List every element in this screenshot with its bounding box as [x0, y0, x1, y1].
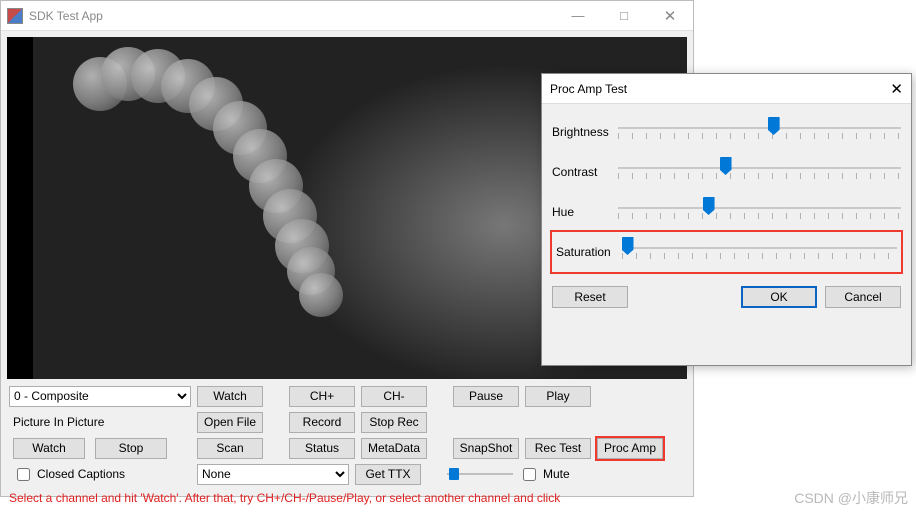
dialog-title: Proc Amp Test: [550, 82, 627, 96]
hue-slider[interactable]: [618, 197, 901, 227]
closed-captions-label: Closed Captions: [37, 467, 125, 481]
window-buttons: — □ ✕: [555, 1, 693, 30]
hue-label: Hue: [552, 205, 618, 219]
watermark: CSDN @小康师兄: [794, 488, 908, 508]
control-panel: 0 - Composite Watch CH+ CH- Pause Play P…: [1, 379, 693, 489]
proc-amp-button[interactable]: Proc Amp: [597, 438, 663, 459]
dialog-titlebar: Proc Amp Test ✕: [542, 74, 911, 104]
closed-captions-input[interactable]: [17, 468, 30, 481]
hue-row: Hue: [552, 192, 901, 232]
scan-button[interactable]: Scan: [197, 438, 263, 459]
caption-select[interactable]: None: [197, 464, 349, 485]
maximize-button[interactable]: □: [601, 1, 647, 30]
stop-rec-button[interactable]: Stop Rec: [361, 412, 427, 433]
contrast-slider[interactable]: [618, 157, 901, 187]
mute-input[interactable]: [523, 468, 536, 481]
saturation-label: Saturation: [556, 245, 622, 259]
dialog-buttons: Reset OK Cancel: [542, 278, 911, 308]
pip-watch-button[interactable]: Watch: [13, 438, 85, 459]
mute-checkbox[interactable]: Mute: [519, 465, 570, 484]
minimize-button[interactable]: —: [555, 1, 601, 30]
close-button[interactable]: ✕: [647, 1, 693, 30]
cancel-button[interactable]: Cancel: [825, 286, 901, 308]
contrast-row: Contrast: [552, 152, 901, 192]
saturation-row: Saturation: [552, 232, 901, 272]
app-icon: [7, 8, 23, 24]
source-select[interactable]: 0 - Composite: [9, 386, 191, 407]
record-button[interactable]: Record: [289, 412, 355, 433]
get-ttx-button[interactable]: Get TTX: [355, 464, 421, 485]
contrast-label: Contrast: [552, 165, 618, 179]
video-content: [73, 47, 493, 307]
metadata-button[interactable]: MetaData: [361, 438, 427, 459]
brightness-row: Brightness: [552, 112, 901, 152]
mute-label: Mute: [543, 467, 570, 481]
ok-button[interactable]: OK: [741, 286, 817, 308]
ch-plus-button[interactable]: CH+: [289, 386, 355, 407]
status-button[interactable]: Status: [289, 438, 355, 459]
proc-amp-dialog: Proc Amp Test ✕ Brightness Contrast Hue: [541, 73, 912, 366]
dialog-body: Brightness Contrast Hue Saturation: [542, 104, 911, 278]
pause-button[interactable]: Pause: [453, 386, 519, 407]
reset-button[interactable]: Reset: [552, 286, 628, 308]
open-file-button[interactable]: Open File: [197, 412, 263, 433]
closed-captions-checkbox[interactable]: Closed Captions: [9, 465, 191, 484]
ch-minus-button[interactable]: CH-: [361, 386, 427, 407]
play-button[interactable]: Play: [525, 386, 591, 407]
watch-button[interactable]: Watch: [197, 386, 263, 407]
titlebar: SDK Test App — □ ✕: [1, 1, 693, 31]
pip-stop-button[interactable]: Stop: [95, 438, 167, 459]
rec-test-button[interactable]: Rec Test: [525, 438, 591, 459]
status-message: Select a channel and hit 'Watch'. After …: [1, 489, 693, 509]
brightness-label: Brightness: [552, 125, 618, 139]
volume-slider[interactable]: [447, 465, 513, 483]
window-title: SDK Test App: [29, 9, 555, 23]
snapshot-button[interactable]: SnapShot: [453, 438, 519, 459]
brightness-slider[interactable]: [618, 117, 901, 147]
pip-label: Picture In Picture: [9, 415, 191, 429]
dialog-close-button[interactable]: ✕: [873, 80, 903, 98]
saturation-slider[interactable]: [622, 237, 897, 267]
